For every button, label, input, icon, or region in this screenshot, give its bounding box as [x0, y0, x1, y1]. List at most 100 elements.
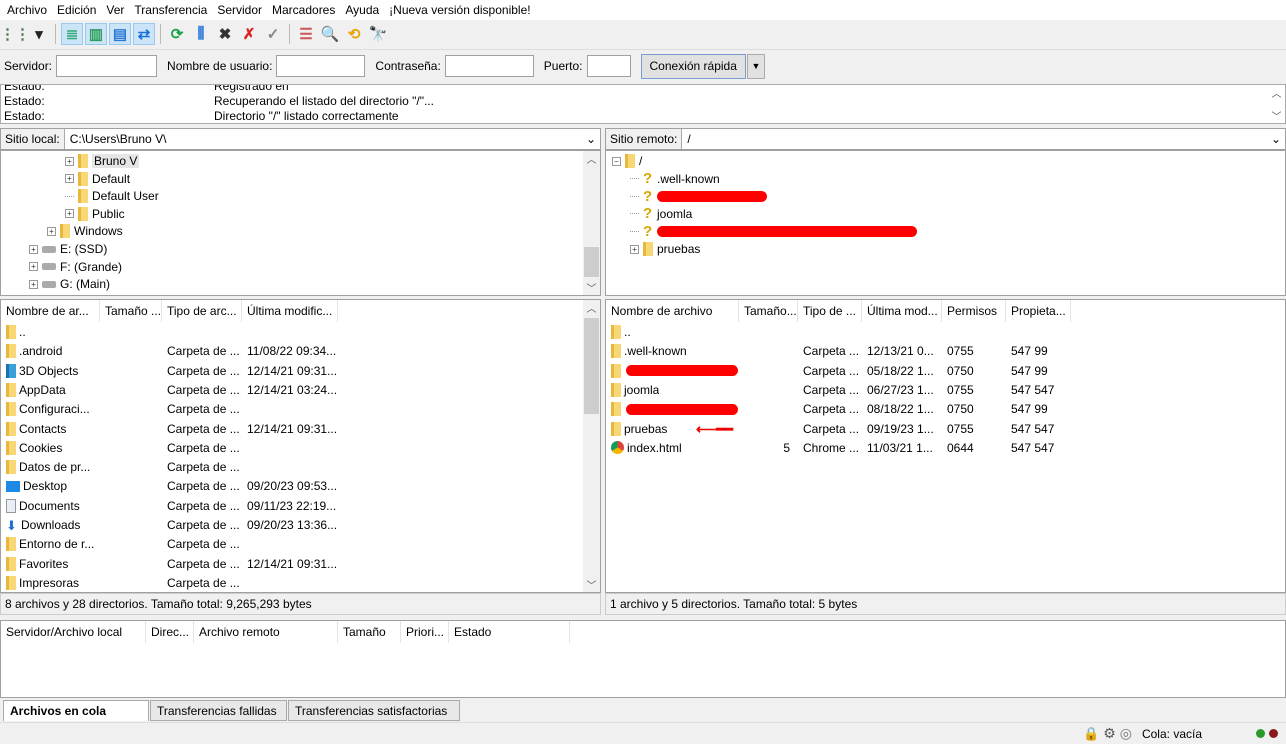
filter-button[interactable]: ⫼	[190, 23, 212, 45]
toggle-local-tree-button[interactable]: ▥	[85, 22, 107, 45]
file-row[interactable]: .well-known Carpeta ... 12/13/21 0... 0755 5…	[606, 342, 1285, 361]
lock-icon[interactable]: 🔒	[1083, 726, 1099, 742]
toggle-log-button[interactable]: ≣	[61, 22, 83, 45]
menu-item[interactable]: Transferencia	[129, 0, 212, 20]
tree-node[interactable]: + E: (SSD)	[29, 240, 107, 258]
file-row[interactable]: pruebas ⟵━━ Carpeta ... 09/19/23 1... 0755 54…	[606, 420, 1285, 439]
quickconnect-button[interactable]: Conexión rápida	[640, 53, 746, 79]
tree-node[interactable]: + pruebas	[630, 240, 700, 258]
queue-column-header[interactable]: Archivo remoto	[194, 621, 338, 643]
site-manager-button[interactable]: ⋮⋮	[0, 23, 30, 45]
tree-node[interactable]: ? joomla	[630, 205, 692, 223]
disconnect-button[interactable]: ✗	[238, 23, 260, 45]
expand-toggle-icon[interactable]: +	[65, 209, 74, 219]
queue-tab[interactable]: Transferencias fallidas	[150, 700, 287, 721]
sync-browsing-button[interactable]: ⟲	[343, 23, 365, 45]
server-input[interactable]	[56, 55, 158, 77]
username-input[interactable]	[276, 55, 366, 77]
menu-item[interactable]: ¡Nueva versión disponible!	[384, 0, 535, 20]
expand-toggle-icon[interactable]: +	[29, 262, 38, 272]
directory-comparison-button[interactable]: ☰	[295, 23, 317, 45]
column-header[interactable]: Tipo de arc...	[162, 300, 242, 322]
file-row[interactable]: ⬇ Downloads Carpeta de ... 09/20/23 13:36..…	[1, 516, 600, 535]
file-row[interactable]: Datos de pr... Carpeta de ...	[1, 458, 600, 477]
tree-node[interactable]: + Bruno V	[65, 152, 140, 170]
reconnect-button[interactable]: ✓	[262, 23, 284, 45]
menu-item[interactable]: Ver	[101, 0, 129, 20]
tree-node[interactable]: ?	[630, 222, 917, 240]
queue-column-header[interactable]: Servidor/Archivo local	[1, 621, 146, 643]
speed-limit-icon[interactable]: ◎	[1120, 725, 1132, 742]
file-row[interactable]: Cookies Carpeta de ...	[1, 439, 600, 458]
tree-node[interactable]: − /	[612, 152, 642, 170]
file-row[interactable]: AppData Carpeta de ... 12/14/21 03:24...	[1, 381, 600, 400]
file-row[interactable]: Carpeta ... 08/18/22 1... 0750 547 99	[606, 400, 1285, 419]
column-header[interactable]: Tamaño...	[739, 300, 798, 322]
file-row[interactable]: ..	[1, 323, 600, 342]
tree-node[interactable]: + Public	[65, 205, 125, 223]
column-header[interactable]: Tipo de ...	[798, 300, 862, 322]
password-input[interactable]	[444, 55, 534, 77]
expand-toggle-icon[interactable]: +	[65, 156, 74, 166]
column-header[interactable]: Tamaño ...	[100, 300, 162, 322]
toggle-remote-tree-button[interactable]: ▤	[109, 22, 131, 45]
column-header[interactable]: Permisos	[942, 300, 1006, 322]
file-row[interactable]: joomla Carpeta ... 06/27/23 1... 0755 547 54…	[606, 381, 1285, 400]
tree-node[interactable]: ? .well-known	[630, 170, 720, 188]
queue-column-header[interactable]: Priori...	[401, 621, 449, 643]
file-row[interactable]: Favorites Carpeta de ... 12/14/21 09:31...	[1, 555, 600, 574]
file-row[interactable]: Documents Carpeta de ... 09/11/23 22:19...	[1, 497, 600, 516]
file-row[interactable]: .android Carpeta de ... 11/08/22 09:34...	[1, 342, 600, 361]
queue-column-header[interactable]: Direc...	[146, 621, 194, 643]
port-input[interactable]	[586, 55, 631, 77]
menu-item[interactable]: Edición	[52, 0, 101, 20]
file-row[interactable]: 3D Objects Carpeta de ... 12/14/21 09:31..…	[1, 362, 600, 381]
cancel-button[interactable]: ✖	[214, 23, 236, 45]
file-row[interactable]: index.html 5 Chrome ... 11/03/21 1... 0644 54…	[606, 439, 1285, 458]
menu-item[interactable]: Marcadores	[267, 0, 340, 20]
queue-column-header[interactable]: Estado	[449, 621, 570, 643]
find-binoculars-button[interactable]: 🔭	[367, 23, 389, 45]
file-row[interactable]: Contacts Carpeta de ... 12/14/21 09:31...	[1, 420, 600, 439]
column-header[interactable]: Propieta...	[1006, 300, 1071, 322]
queue-column-header[interactable]: Tamaño	[338, 621, 401, 643]
file-type: Carpeta de ...	[167, 460, 240, 475]
quickconnect-history-dropdown[interactable]: ▼	[746, 53, 765, 79]
local-tree-scrollbar[interactable]: ︿ ﹀	[583, 151, 600, 295]
column-header[interactable]: Nombre de ar...	[1, 300, 100, 322]
gear-icon[interactable]: ⚙	[1103, 725, 1116, 742]
tree-node[interactable]: + F: (Grande)	[29, 258, 122, 276]
search-files-button[interactable]: 🔍	[319, 23, 341, 45]
expand-toggle-icon[interactable]: +	[630, 244, 639, 254]
log-scrollbar[interactable]: ︿ ﹀	[1268, 85, 1285, 123]
file-row[interactable]: ..	[606, 323, 1285, 342]
remote-path-combobox[interactable]: / ⌄	[682, 129, 1285, 149]
tree-node[interactable]: ?	[630, 187, 767, 205]
file-row[interactable]: Impresoras Carpeta de ...	[1, 574, 600, 592]
column-header[interactable]: Última mod...	[862, 300, 942, 322]
menu-item[interactable]: Ayuda	[340, 0, 384, 20]
expand-toggle-icon[interactable]: +	[29, 244, 38, 254]
local-path-combobox[interactable]: C:\Users\Bruno V\ ⌄	[64, 129, 600, 149]
expand-toggle-icon[interactable]: +	[29, 279, 38, 289]
expand-toggle-icon[interactable]: +	[47, 226, 56, 236]
menu-item[interactable]: Archivo	[2, 0, 52, 20]
file-row[interactable]: Configuraci... Carpeta de ...	[1, 400, 600, 419]
queue-tab[interactable]: Transferencias satisfactorias	[288, 700, 460, 721]
tree-node[interactable]: Default User	[65, 187, 159, 205]
file-row[interactable]: Desktop Carpeta de ... 09/20/23 09:53...	[1, 477, 600, 496]
file-row[interactable]: Entorno de r... Carpeta de ...	[1, 535, 600, 554]
toggle-queue-button[interactable]: ⇄	[133, 22, 155, 45]
refresh-button[interactable]: ⟳	[166, 23, 188, 45]
tree-node[interactable]: + G: (Main)	[29, 275, 110, 293]
file-row[interactable]: Carpeta ... 05/18/22 1... 0750 547 99	[606, 362, 1285, 381]
tree-node[interactable]: + Default	[65, 170, 130, 188]
column-header[interactable]: Nombre de archivo	[606, 300, 739, 322]
queue-tab[interactable]: Archivos en cola	[3, 700, 149, 721]
column-header[interactable]: Última modific...	[242, 300, 338, 322]
expand-toggle-icon[interactable]: +	[65, 174, 74, 184]
dropdown-arrow-button[interactable]: ▾	[28, 23, 50, 45]
tree-node[interactable]: + Windows	[47, 222, 123, 240]
menu-item[interactable]: Servidor	[212, 0, 267, 20]
expand-toggle-icon[interactable]: −	[612, 156, 621, 166]
